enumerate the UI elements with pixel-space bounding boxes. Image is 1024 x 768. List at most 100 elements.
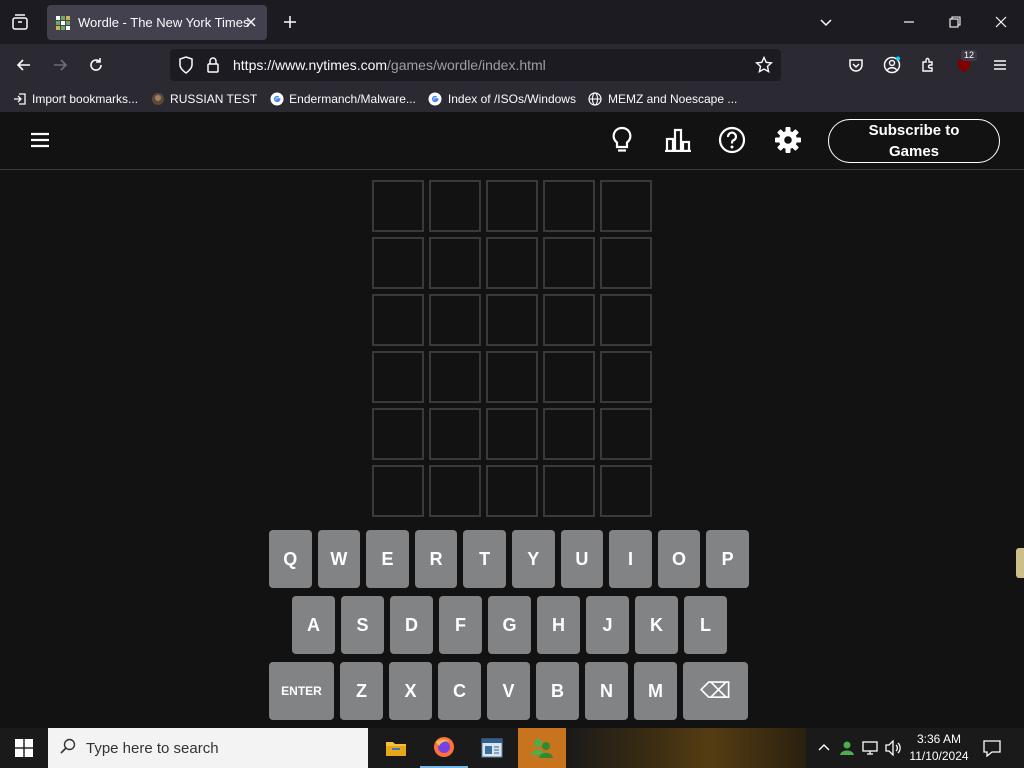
bookmark-label: RUSSIAN TEST [170,92,258,106]
wordle-favicon-icon [56,15,70,30]
key-f[interactable]: F [439,596,482,654]
url-path: /games/wordle/index.html [387,57,546,73]
key-x[interactable]: X [389,662,432,720]
key-m[interactable]: M [634,662,677,720]
board-tile [486,237,538,289]
people-tray-icon[interactable] [837,738,857,758]
subscribe-button[interactable]: Subscribe to Games [828,119,1000,163]
key-o[interactable]: O [657,530,701,588]
key-e[interactable]: E [366,530,409,588]
forward-arrow-icon[interactable] [46,51,74,79]
app-window-icon[interactable] [468,728,516,768]
key-p[interactable]: P [706,530,749,588]
tracking-shield-icon[interactable] [178,56,194,79]
bookmark-item[interactable]: Index of /ISOs/Windows [428,92,576,107]
key-j[interactable]: J [586,596,629,654]
board-tile [429,237,481,289]
keyboard-row: ENTER Z X C V B N M ⌫ [269,662,755,720]
board-tile [543,294,595,346]
settings-gear-icon[interactable] [772,124,804,156]
board-tile [486,408,538,460]
reload-icon[interactable] [82,51,110,79]
browser-tab-bar: Wordle - The New York Times [0,0,1024,44]
browser-nav-bar: https://www.nytimes.com/games/wordle/ind… [0,44,1024,86]
key-w[interactable]: W [317,530,361,588]
key-s[interactable]: S [341,596,384,654]
bookmark-item[interactable]: Endermanch/Malware... [269,92,416,107]
key-n[interactable]: N [585,662,628,720]
board-tile [543,237,595,289]
tray-chevron-up-icon[interactable] [814,738,834,758]
key-y[interactable]: Y [511,530,555,588]
key-z[interactable]: Z [340,662,383,720]
lock-icon[interactable] [206,56,220,79]
restore-icon[interactable] [941,8,969,36]
statistics-icon[interactable] [662,124,694,156]
start-windows-icon[interactable] [0,728,48,768]
tab-close-icon[interactable] [243,14,259,30]
board-tile [429,351,481,403]
board-tile [486,180,538,232]
key-l[interactable]: L [684,596,727,654]
bookmark-item[interactable]: Import bookmarks... [12,92,138,107]
google-icon [428,92,443,107]
board-tile [372,294,424,346]
board-tile [543,351,595,403]
site-icon [150,92,165,107]
url-bar[interactable]: https://www.nytimes.com/games/wordle/ind… [170,49,781,81]
help-question-icon[interactable] [716,124,748,156]
users-app-icon[interactable] [518,728,566,768]
key-d[interactable]: D [390,596,433,654]
key-a[interactable]: A [292,596,335,654]
board-tile [543,465,595,517]
key-t[interactable]: T [463,530,506,588]
taskbar-wallpaper-art [566,728,806,768]
account-icon[interactable] [878,51,906,79]
key-h[interactable]: H [537,596,580,654]
key-k[interactable]: K [635,596,678,654]
board-tile [372,465,424,517]
hamburger-menu-icon[interactable] [986,51,1014,79]
key-r[interactable]: R [414,530,458,588]
extensions-puzzle-icon[interactable] [914,51,942,79]
tab-list-icon[interactable] [6,8,34,36]
back-arrow-icon[interactable] [10,51,38,79]
key-i[interactable]: I [609,530,652,588]
system-clock[interactable]: 3:36 AM 11/10/2024 [900,731,978,765]
tab-title: Wordle - The New York Times [78,15,250,30]
key-backspace[interactable]: ⌫ [683,662,748,720]
key-q[interactable]: Q [269,530,312,588]
file-explorer-icon[interactable] [372,728,420,768]
board-tile [600,465,652,517]
key-enter[interactable]: ENTER [269,662,334,720]
import-icon [12,92,27,107]
firefox-icon[interactable] [420,728,468,768]
extension-badge-count: 12 [961,50,978,61]
side-decoration [1016,548,1024,578]
key-v[interactable]: V [487,662,530,720]
key-g[interactable]: G [488,596,531,654]
close-window-icon[interactable] [987,8,1015,36]
notifications-icon[interactable] [980,736,1004,760]
search-placeholder: Type here to search [86,739,219,757]
board-tile [429,180,481,232]
network-icon[interactable] [861,738,881,758]
bookmark-label: Endermanch/Malware... [289,92,416,106]
key-u[interactable]: U [560,530,604,588]
bookmark-star-icon[interactable] [754,55,774,79]
pocket-icon[interactable] [842,51,870,79]
minimize-icon[interactable] [895,8,923,36]
key-c[interactable]: C [438,662,481,720]
key-b[interactable]: B [536,662,579,720]
board-tile [372,351,424,403]
bookmark-item[interactable]: RUSSIAN TEST [150,92,257,107]
hint-lightbulb-icon[interactable] [606,124,638,156]
nav-menu-icon[interactable] [24,124,56,156]
url-text[interactable]: https://www.nytimes.com/games/wordle/ind… [233,57,546,73]
board-tile [600,294,652,346]
active-tab[interactable]: Wordle - The New York Times [47,5,267,40]
list-all-tabs-chevron-down-icon[interactable] [812,8,840,36]
taskbar-search-box[interactable]: Type here to search [48,728,368,768]
bookmark-item[interactable]: MEMZ and Noescape ... [588,92,737,107]
new-tab-icon[interactable] [278,10,302,34]
